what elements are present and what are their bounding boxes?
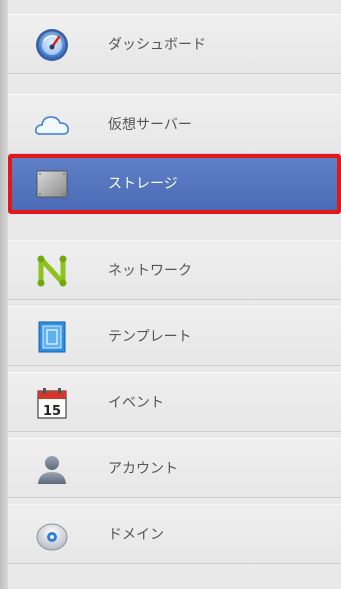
- dashboard-gauge-icon: [34, 27, 70, 63]
- calendar-day-number: 15: [43, 404, 61, 419]
- user-icon: [34, 451, 70, 487]
- network-n-icon: [34, 253, 70, 289]
- sidebar-item-label: アカウント: [108, 461, 178, 477]
- sidebar-nav: ダッシュボード 仮想サーバー ストレージ ネットワーク テンプレート 15 イベ…: [0, 0, 341, 589]
- cloud-icon: [34, 107, 70, 143]
- calendar-icon: 15: [34, 385, 70, 421]
- sidebar-item-network[interactable]: ネットワーク: [8, 240, 341, 300]
- domain-disc-icon: [34, 517, 70, 553]
- sidebar-item-virtual-servers[interactable]: 仮想サーバー: [8, 94, 341, 154]
- sidebar-item-label: ドメイン: [108, 527, 164, 543]
- sidebar-item-label: イベント: [108, 395, 164, 411]
- sidebar-item-dashboard[interactable]: ダッシュボード: [8, 14, 341, 74]
- hard-drive-icon: [34, 166, 70, 202]
- sidebar-rail: [0, 0, 8, 589]
- sidebar-item-storage[interactable]: ストレージ: [8, 154, 341, 214]
- sidebar-item-label: ストレージ: [108, 176, 178, 192]
- sidebar-item-events[interactable]: 15 イベント: [8, 372, 341, 432]
- sidebar-item-label: テンプレート: [108, 329, 192, 345]
- sidebar-item-label: ダッシュボード: [108, 37, 206, 53]
- template-icon: [34, 319, 70, 355]
- sidebar-item-label: ネットワーク: [108, 263, 192, 279]
- sidebar-item-templates[interactable]: テンプレート: [8, 306, 341, 366]
- sidebar-item-domain[interactable]: ドメイン: [8, 504, 341, 564]
- sidebar-item-account[interactable]: アカウント: [8, 438, 341, 498]
- sidebar-item-label: 仮想サーバー: [108, 117, 192, 133]
